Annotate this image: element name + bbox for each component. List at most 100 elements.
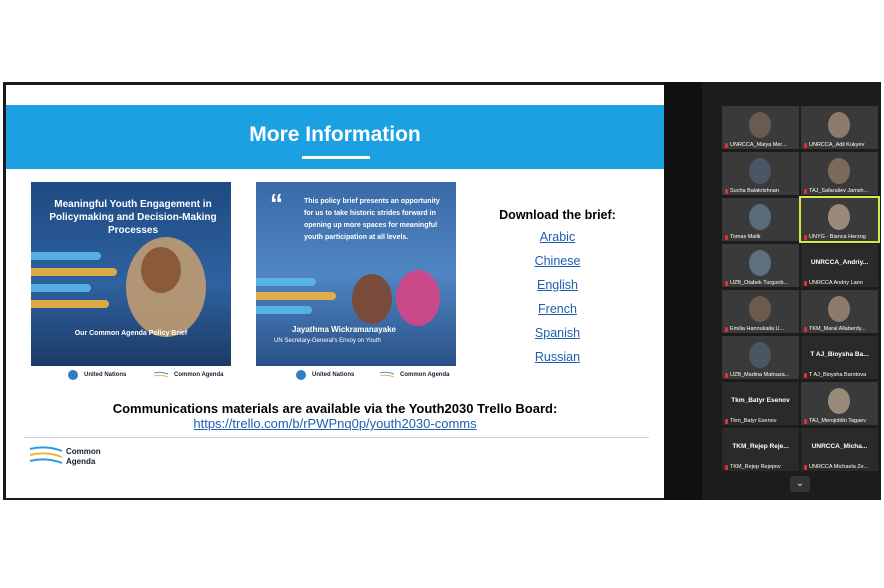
un-emblem-icon <box>68 370 78 380</box>
participant-label: UNYG - Bianca Herzog <box>804 234 866 240</box>
participant-name: UNRCCA Michaela Ze... <box>809 464 869 470</box>
participant-label: T AJ_Bioysha Barotova <box>804 372 866 378</box>
participant-label: TAJ_Merojiddin Tagaev <box>804 418 866 424</box>
chevron-down-icon[interactable]: ⌄ <box>790 476 810 492</box>
link-russian[interactable]: Russian <box>496 350 619 364</box>
quote-text: This policy brief presents an opportunit… <box>304 198 440 241</box>
footer-common-agenda-logo: Common Agenda <box>28 443 108 473</box>
participant-video <box>749 112 771 138</box>
participant-name: TAJ_Safaraliev Jamsh... <box>809 188 869 194</box>
trello-link[interactable]: https://trello.com/b/rPWPnq0p/youth2030-… <box>6 416 664 431</box>
participant-gallery: ⌄ UNRCCA_Maiya Mer... UNRCCA_Adil Kukyev S… <box>702 82 881 500</box>
quote-mark: “ <box>270 188 283 218</box>
participant-name: TKM_Maral Allaberdy... <box>809 326 866 332</box>
photo-person-2 <box>396 270 440 326</box>
participant-label: TKM_Maral Allaberdy... <box>804 326 866 332</box>
participant-name: UZB_Otabek Turgunb... <box>730 280 789 286</box>
download-heading: Download the brief: <box>499 208 616 222</box>
title-underline <box>302 156 370 159</box>
participant-name: UZB_Madina Matnaza... <box>730 372 790 378</box>
participant-video <box>828 296 850 322</box>
participant-label: Tkm_Batyr Esenov <box>725 418 776 424</box>
participant-video <box>749 342 771 368</box>
common-agenda-icon <box>29 446 63 464</box>
common-agenda-icon <box>380 371 394 378</box>
link-french[interactable]: French <box>496 302 619 316</box>
participant-name: TKM_Rejep Rejepov <box>730 464 781 470</box>
participant-label: TKM_Rejep Rejepov <box>725 464 781 470</box>
quote-author-role: UN Secretary-General's Envoy on Youth <box>274 338 381 344</box>
participant-tile[interactable]: UNYG - Bianca Herzog <box>799 196 880 243</box>
participant-tile[interactable]: UNRCCA_Maiya Mer... <box>722 106 799 149</box>
link-spanish[interactable]: Spanish <box>496 326 619 340</box>
mic-muted-icon <box>804 326 807 332</box>
photo-person-1 <box>352 274 392 324</box>
mic-muted-icon <box>804 188 807 194</box>
participant-video <box>749 204 771 230</box>
divider <box>24 437 649 438</box>
participant-tile[interactable]: Emilia Hannukaila U... <box>722 290 799 333</box>
participant-label: UNRCCA_Maiya Mer... <box>725 142 787 148</box>
slide-banner: More Information <box>6 105 664 169</box>
participant-name: T AJ_Bioysha Barotova <box>809 372 867 378</box>
brief-title: Meaningful Youth Engagement in Policymak… <box>49 199 217 236</box>
un-emblem-icon <box>296 370 306 380</box>
participant-name: Sucha Balakrishnan <box>730 188 779 194</box>
mic-muted-icon <box>804 280 807 286</box>
meeting-window: More Information Meaningful Youth Engage… <box>3 82 881 500</box>
mic-muted-icon <box>804 372 807 378</box>
mic-muted-icon <box>804 464 807 470</box>
mic-muted-icon <box>725 280 728 286</box>
common-agenda-logo-2: Common Agenda <box>380 368 449 382</box>
participant-label: TAJ_Safaraliev Jamsh... <box>804 188 868 194</box>
participant-video <box>828 388 850 414</box>
participant-tile[interactable]: TAJ_Safaraliev Jamsh... <box>801 152 878 195</box>
mic-muted-icon <box>804 418 807 424</box>
participant-tile[interactable]: UZB_Madina Matnaza... <box>722 336 799 379</box>
communications-text: Communications materials are available v… <box>112 401 558 416</box>
common-agenda-logo: Common Agenda <box>154 368 223 382</box>
participant-display-name: TKM_Rejep Reje... <box>732 443 789 450</box>
participant-tile[interactable]: TKM_Rejep Reje... TKM_Rejep Rejepov <box>722 428 799 471</box>
participant-tile[interactable]: UNRCCA_Micha... UNRCCA Michaela Ze... <box>801 428 878 471</box>
mic-muted-icon <box>725 464 728 470</box>
participant-label: Sucha Balakrishnan <box>725 188 779 194</box>
participant-tile[interactable]: Tomas Malik <box>722 198 799 241</box>
participant-video <box>828 158 850 184</box>
participant-tile[interactable]: TKM_Maral Allaberdy... <box>801 290 878 333</box>
participant-name: Tomas Malik <box>730 234 761 240</box>
participant-label: UZB_Otabek Turgunb... <box>725 280 788 286</box>
participant-tile[interactable]: Tkm_Batyr Esenov Tkm_Batyr Esenov <box>722 382 799 425</box>
slide-title: More Information <box>249 123 421 146</box>
participant-label: Emilia Hannukaila U... <box>725 326 784 332</box>
mic-muted-icon <box>725 418 728 424</box>
participant-name: Tkm_Batyr Esenov <box>730 418 777 424</box>
participant-tile[interactable]: T AJ_Bioysha Ba... T AJ_Bioysha Barotova <box>801 336 878 379</box>
mic-muted-icon <box>725 234 728 240</box>
participant-display-name: Tkm_Batyr Esenov <box>731 397 790 404</box>
participant-tile[interactable]: UNRCCA_Andriy... UNRCCA Andriy Lann <box>801 244 878 287</box>
participant-tile[interactable]: UZB_Otabek Turgunb... <box>722 244 799 287</box>
participant-name: Emilia Hannukaila U... <box>730 326 785 332</box>
policy-brief-cover: Meaningful Youth Engagement in Policymak… <box>31 182 231 366</box>
link-chinese[interactable]: Chinese <box>496 254 619 268</box>
participant-display-name: T AJ_Bioysha Ba... <box>810 351 869 358</box>
participant-name: UNRCCA_Adil Kukyev <box>809 142 865 148</box>
participant-label: UNRCCA_Adil Kukyev <box>804 142 864 148</box>
mic-muted-icon <box>804 142 807 148</box>
participant-video <box>828 112 850 138</box>
participant-label: UNRCCA Michaela Ze... <box>804 464 868 470</box>
participant-label: UNRCCA Andriy Lann <box>804 280 863 286</box>
link-english[interactable]: English <box>496 278 619 292</box>
participant-name: TAJ_Merojiddin Tagaev <box>809 418 866 424</box>
participant-tile[interactable]: Sucha Balakrishnan <box>722 152 799 195</box>
link-arabic[interactable]: Arabic <box>496 230 619 244</box>
brief-caption: Our Common Agenda Policy Brief <box>74 330 188 337</box>
participant-tile[interactable]: TAJ_Merojiddin Tagaev <box>801 382 878 425</box>
participant-tile[interactable]: UNRCCA_Adil Kukyev <box>801 106 878 149</box>
mic-muted-icon <box>725 372 728 378</box>
participant-display-name: UNRCCA_Micha... <box>811 443 868 450</box>
participant-label: Tomas Malik <box>725 234 761 240</box>
participant-video <box>749 296 771 322</box>
participant-video <box>828 204 850 230</box>
